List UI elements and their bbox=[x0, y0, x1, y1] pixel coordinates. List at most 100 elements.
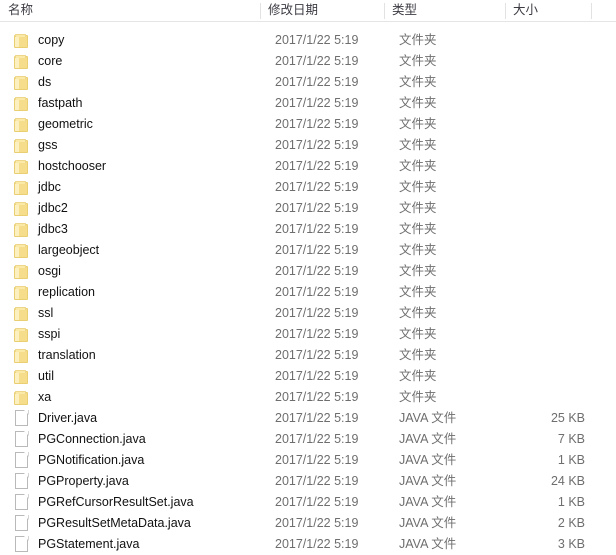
date-modified-cell: 2017/1/22 5:19 bbox=[275, 117, 359, 131]
column-divider[interactable] bbox=[260, 3, 261, 19]
file-name-cell[interactable]: core bbox=[14, 51, 258, 72]
folder-icon bbox=[14, 286, 30, 300]
type-cell: JAVA 文件 bbox=[399, 474, 457, 488]
table-row[interactable]: gss 2017/1/22 5:19 文件夹 bbox=[0, 135, 616, 156]
file-name-label: largeobject bbox=[38, 243, 100, 257]
table-row[interactable]: ds 2017/1/22 5:19 文件夹 bbox=[0, 72, 616, 93]
file-name-cell[interactable]: fastpath bbox=[14, 93, 258, 114]
column-header-type-label: 类型 bbox=[392, 3, 418, 17]
date-modified-cell: 2017/1/22 5:19 bbox=[275, 453, 359, 467]
table-row[interactable]: osgi 2017/1/22 5:19 文件夹 bbox=[0, 261, 616, 282]
date-modified-cell: 2017/1/22 5:19 bbox=[275, 327, 359, 341]
table-row[interactable]: hostchooser 2017/1/22 5:19 文件夹 bbox=[0, 156, 616, 177]
file-name-cell[interactable]: jdbc2 bbox=[14, 198, 258, 219]
file-name-cell[interactable]: gss bbox=[14, 135, 258, 156]
file-name-cell[interactable]: PGNotification.java bbox=[14, 450, 258, 471]
type-cell: JAVA 文件 bbox=[399, 432, 457, 446]
table-row[interactable]: PGStatement.java 2017/1/22 5:19 JAVA 文件 3 K… bbox=[0, 534, 616, 555]
table-row[interactable]: core 2017/1/22 5:19 文件夹 bbox=[0, 51, 616, 72]
table-row[interactable]: util 2017/1/22 5:19 文件夹 bbox=[0, 366, 616, 387]
folder-icon bbox=[14, 118, 30, 132]
table-row[interactable]: fastpath 2017/1/22 5:19 文件夹 bbox=[0, 93, 616, 114]
file-icon bbox=[15, 536, 29, 553]
date-modified-cell: 2017/1/22 5:19 bbox=[275, 306, 359, 320]
date-modified-cell: 2017/1/22 5:19 bbox=[275, 138, 359, 152]
date-modified-cell: 2017/1/22 5:19 bbox=[275, 222, 359, 236]
file-name-cell[interactable]: jdbc3 bbox=[14, 219, 258, 240]
file-name-cell[interactable]: ds bbox=[14, 72, 258, 93]
size-cell bbox=[505, 219, 585, 240]
folder-icon bbox=[14, 139, 30, 153]
table-row[interactable]: jdbc 2017/1/22 5:19 文件夹 bbox=[0, 177, 616, 198]
file-name-cell[interactable]: PGProperty.java bbox=[14, 471, 258, 492]
file-name-cell[interactable]: hostchooser bbox=[14, 156, 258, 177]
size-cell bbox=[505, 30, 585, 51]
table-row[interactable]: jdbc2 2017/1/22 5:19 文件夹 bbox=[0, 198, 616, 219]
folder-icon bbox=[14, 349, 30, 363]
file-name-cell[interactable]: Driver.java bbox=[14, 408, 258, 429]
folder-icon bbox=[14, 265, 30, 279]
type-cell: 文件夹 bbox=[399, 327, 437, 341]
table-row[interactable]: Driver.java 2017/1/22 5:19 JAVA 文件 25 KB bbox=[0, 408, 616, 429]
type-cell: 文件夹 bbox=[399, 117, 437, 131]
file-name-cell[interactable]: replication bbox=[14, 282, 258, 303]
table-row[interactable]: PGResultSetMetaData.java 2017/1/22 5:19 JA… bbox=[0, 513, 616, 534]
column-header-name[interactable]: 名称 bbox=[0, 0, 260, 21]
file-name-cell[interactable]: PGConnection.java bbox=[14, 429, 258, 450]
table-row[interactable]: PGConnection.java 2017/1/22 5:19 JAVA 文件 7 … bbox=[0, 429, 616, 450]
size-cell bbox=[505, 114, 585, 135]
file-name-label: core bbox=[38, 54, 63, 68]
file-name-cell[interactable]: PGRefCursorResultSet.java bbox=[14, 492, 258, 513]
file-name-cell[interactable]: largeobject bbox=[14, 240, 258, 261]
type-cell: 文件夹 bbox=[399, 33, 437, 47]
column-header-date-modified-label: 修改日期 bbox=[268, 3, 319, 17]
file-name-cell[interactable]: PGStatement.java bbox=[14, 534, 258, 555]
type-cell: 文件夹 bbox=[399, 201, 437, 215]
size-cell bbox=[505, 303, 585, 324]
table-row[interactable]: PGRefCursorResultSet.java 2017/1/22 5:19 J… bbox=[0, 492, 616, 513]
table-row[interactable]: replication 2017/1/22 5:19 文件夹 bbox=[0, 282, 616, 303]
type-cell: 文件夹 bbox=[399, 390, 437, 404]
table-row[interactable]: jdbc3 2017/1/22 5:19 文件夹 bbox=[0, 219, 616, 240]
file-name-cell[interactable]: jdbc bbox=[14, 177, 258, 198]
type-cell: 文件夹 bbox=[399, 348, 437, 362]
type-cell: 文件夹 bbox=[399, 180, 437, 194]
column-divider-end[interactable] bbox=[591, 3, 592, 19]
file-name-cell[interactable]: ssl bbox=[14, 303, 258, 324]
date-modified-cell: 2017/1/22 5:19 bbox=[275, 180, 359, 194]
column-header-size[interactable]: 大小 bbox=[505, 0, 591, 21]
column-divider[interactable] bbox=[384, 3, 385, 19]
column-divider[interactable] bbox=[505, 3, 506, 19]
table-row[interactable]: largeobject 2017/1/22 5:19 文件夹 bbox=[0, 240, 616, 261]
file-name-cell[interactable]: osgi bbox=[14, 261, 258, 282]
size-cell bbox=[505, 345, 585, 366]
file-name-label: PGConnection.java bbox=[38, 432, 146, 446]
file-name-cell[interactable]: xa bbox=[14, 387, 258, 408]
table-row[interactable]: PGProperty.java 2017/1/22 5:19 JAVA 文件 24 K… bbox=[0, 471, 616, 492]
column-header-date-modified[interactable]: 修改日期 bbox=[260, 0, 384, 21]
date-modified-cell: 2017/1/22 5:19 bbox=[275, 159, 359, 173]
size-cell bbox=[505, 51, 585, 72]
table-row[interactable]: ssl 2017/1/22 5:19 文件夹 bbox=[0, 303, 616, 324]
file-name-cell[interactable]: util bbox=[14, 366, 258, 387]
folder-icon bbox=[14, 391, 30, 405]
file-name-cell[interactable]: translation bbox=[14, 345, 258, 366]
table-row[interactable]: sspi 2017/1/22 5:19 文件夹 bbox=[0, 324, 616, 345]
date-modified-cell: 2017/1/22 5:19 bbox=[275, 33, 359, 47]
size-cell bbox=[505, 324, 585, 345]
table-row[interactable]: PGNotification.java 2017/1/22 5:19 JAVA 文件… bbox=[0, 450, 616, 471]
table-row[interactable]: xa 2017/1/22 5:19 文件夹 bbox=[0, 387, 616, 408]
file-name-cell[interactable]: sspi bbox=[14, 324, 258, 345]
column-header-name-label: 名称 bbox=[8, 3, 34, 17]
file-name-label: PGStatement.java bbox=[38, 537, 140, 551]
table-row[interactable]: translation 2017/1/22 5:19 文件夹 bbox=[0, 345, 616, 366]
file-name-cell[interactable]: copy bbox=[14, 30, 258, 51]
table-row[interactable]: copy 2017/1/22 5:19 文件夹 bbox=[0, 30, 616, 51]
folder-icon bbox=[14, 97, 30, 111]
file-list: copy 2017/1/22 5:19 文件夹 core 2017/1/22 5:19 文… bbox=[0, 30, 616, 555]
table-row[interactable]: geometric 2017/1/22 5:19 文件夹 bbox=[0, 114, 616, 135]
file-name-cell[interactable]: PGResultSetMetaData.java bbox=[14, 513, 258, 534]
column-header-size-label: 大小 bbox=[513, 3, 539, 17]
column-header-type[interactable]: 类型 bbox=[384, 0, 505, 21]
file-name-cell[interactable]: geometric bbox=[14, 114, 258, 135]
